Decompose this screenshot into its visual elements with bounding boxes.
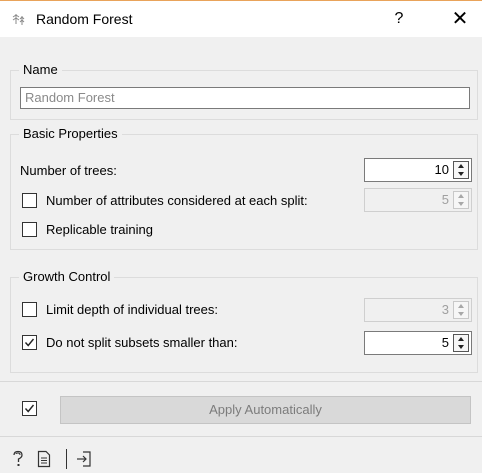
window-title: Random Forest bbox=[36, 11, 133, 27]
limit-depth-label: Limit depth of individual trees: bbox=[46, 302, 218, 317]
checkmark-icon bbox=[24, 338, 35, 347]
spin-arrows[interactable] bbox=[453, 161, 469, 179]
help-button[interactable]: ? bbox=[388, 7, 410, 31]
status-separator bbox=[66, 449, 67, 469]
apply-automatically-checkbox[interactable] bbox=[22, 401, 37, 416]
checkmark-icon bbox=[24, 404, 35, 413]
name-input[interactable]: Random Forest bbox=[20, 87, 470, 109]
min-split-spinbox[interactable]: 5 bbox=[364, 331, 472, 355]
status-bar bbox=[0, 436, 482, 473]
close-button[interactable]: ✕ bbox=[448, 7, 472, 31]
random-forest-window: Random Forest ? ✕ Name Random Forest Bas… bbox=[0, 0, 482, 473]
number-of-trees-label: Number of trees: bbox=[20, 163, 117, 178]
name-group-title: Name bbox=[19, 62, 62, 78]
min-split-value: 5 bbox=[441, 335, 449, 350]
limit-depth-spinbox[interactable]: 3 bbox=[364, 298, 472, 322]
growth-control-group: Growth Control bbox=[10, 269, 478, 373]
num-attributes-label: Number of attributes considered at each … bbox=[46, 193, 308, 208]
spin-arrows[interactable] bbox=[453, 191, 469, 209]
num-attributes-checkbox[interactable] bbox=[22, 193, 37, 208]
spin-down-arrow-icon[interactable] bbox=[454, 343, 468, 351]
min-split-label: Do not split subsets smaller than: bbox=[46, 335, 238, 350]
spin-up-arrow-icon[interactable] bbox=[454, 302, 468, 310]
num-attributes-spinbox[interactable]: 5 bbox=[364, 188, 472, 212]
apply-automatically-button[interactable]: Apply Automatically bbox=[60, 396, 471, 424]
spin-arrows[interactable] bbox=[453, 334, 469, 352]
spin-down-arrow-icon[interactable] bbox=[454, 310, 468, 318]
num-attributes-value: 5 bbox=[441, 192, 449, 207]
random-forest-icon bbox=[12, 14, 25, 25]
spin-down-arrow-icon[interactable] bbox=[454, 170, 468, 178]
help-icon[interactable] bbox=[10, 450, 26, 468]
spin-arrows[interactable] bbox=[453, 301, 469, 319]
spin-up-arrow-icon[interactable] bbox=[454, 162, 468, 170]
spin-up-arrow-icon[interactable] bbox=[454, 335, 468, 343]
spin-down-arrow-icon[interactable] bbox=[454, 200, 468, 208]
replicable-training-label: Replicable training bbox=[46, 222, 153, 237]
basic-properties-title: Basic Properties bbox=[19, 126, 122, 142]
report-icon[interactable] bbox=[36, 450, 52, 468]
title-bar: Random Forest ? ✕ bbox=[0, 1, 482, 37]
spin-up-arrow-icon[interactable] bbox=[454, 192, 468, 200]
growth-control-title: Growth Control bbox=[19, 269, 115, 285]
number-of-trees-spinbox[interactable]: 10 bbox=[364, 158, 472, 182]
output-icon[interactable] bbox=[76, 450, 92, 468]
limit-depth-value: 3 bbox=[441, 302, 449, 317]
replicable-training-checkbox[interactable] bbox=[22, 222, 37, 237]
limit-depth-checkbox[interactable] bbox=[22, 302, 37, 317]
min-split-checkbox[interactable] bbox=[22, 335, 37, 350]
number-of-trees-value: 10 bbox=[434, 162, 449, 177]
